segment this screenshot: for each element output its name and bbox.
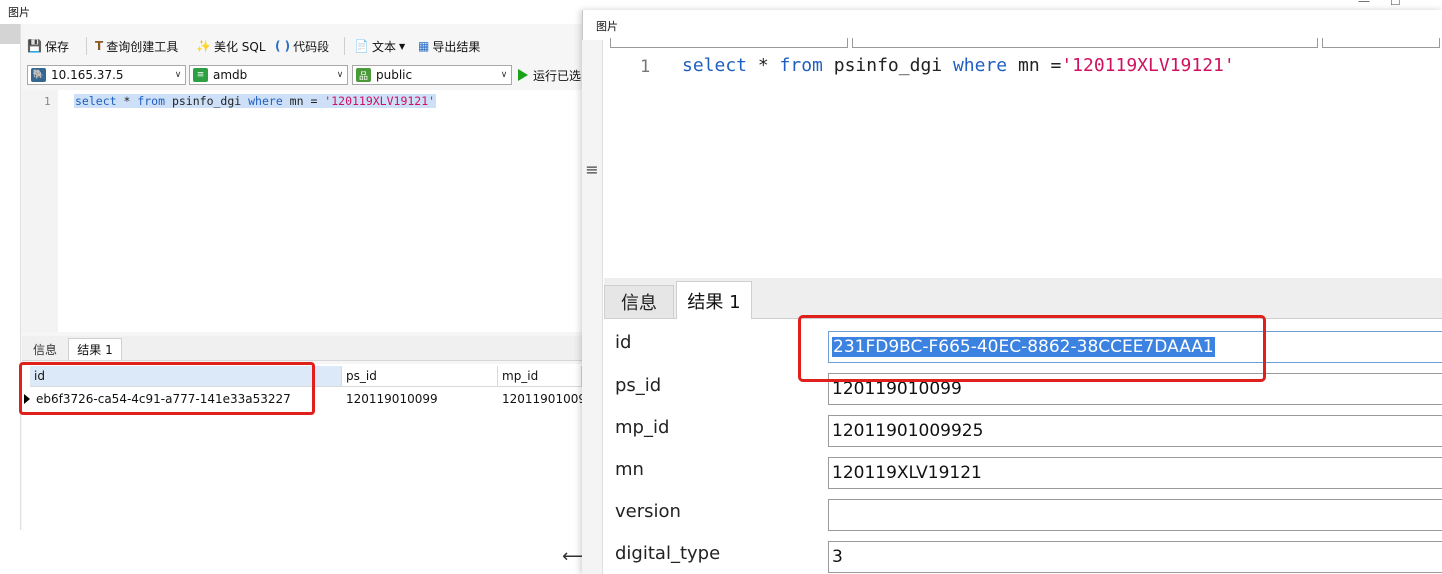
schema-select-fragment[interactable] bbox=[1322, 38, 1440, 48]
beautify-sql-button[interactable]: ✨ 美化 SQL bbox=[196, 36, 266, 56]
chevron-down-icon: ∨ bbox=[500, 70, 508, 80]
field-value-digital-type[interactable]: 3 bbox=[828, 541, 1442, 573]
schema-icon: 品 bbox=[356, 68, 371, 82]
export-result-label: 导出结果 bbox=[432, 39, 481, 54]
highlight-box-right bbox=[798, 315, 1266, 382]
field-label-mn: mn bbox=[615, 459, 644, 480]
parentheses-icon: ( ) bbox=[275, 39, 291, 53]
sql-query-text-left[interactable]: select * from psinfo_dgi where mn = '120… bbox=[74, 94, 437, 108]
database-select[interactable]: ≡ amdb ∨ bbox=[189, 65, 348, 85]
chevron-down-icon: ∨ bbox=[174, 70, 182, 80]
chevron-down-icon: ∨ bbox=[336, 70, 344, 80]
sql-query-text-right[interactable]: select * from psinfo_dgi where mn ='1201… bbox=[682, 55, 1235, 76]
field-label-ps-id: ps_id bbox=[615, 375, 662, 396]
left-window-titlebar: 图片 bbox=[0, 0, 600, 24]
tab-result-1[interactable]: 结果 1 bbox=[68, 338, 122, 360]
field-label-digital-type: digital_type bbox=[615, 543, 721, 564]
text-label: 文本 bbox=[371, 39, 396, 54]
right-window-title: 图片 bbox=[596, 20, 618, 33]
table-cell-mp-id[interactable]: 120119010099 bbox=[498, 388, 582, 410]
field-label-id: id bbox=[615, 332, 632, 353]
sql-keyword: from bbox=[779, 55, 823, 76]
database-value: amdb bbox=[213, 68, 248, 82]
schema-select[interactable]: 品 public ∨ bbox=[352, 65, 512, 85]
toolbar-separator bbox=[86, 37, 87, 55]
chevron-down-icon: ▼ bbox=[398, 41, 406, 51]
field-label-mp-id: mp_id bbox=[615, 417, 670, 438]
toolbar-separator bbox=[344, 37, 345, 55]
sql-text: mn = bbox=[282, 94, 325, 108]
sql-text: psinfo_dgi bbox=[822, 55, 953, 76]
database-icon: ≡ bbox=[193, 68, 208, 82]
sql-text: * bbox=[747, 55, 780, 76]
save-icon: 💾 bbox=[27, 39, 42, 53]
magic-wand-icon: ✨ bbox=[196, 39, 211, 53]
sql-text: * bbox=[116, 94, 138, 108]
schema-value: public bbox=[376, 68, 413, 82]
export-grid-icon: ▦ bbox=[418, 39, 430, 53]
field-value-version[interactable] bbox=[828, 499, 1442, 531]
query-builder-button[interactable]: T 查询创建工具 bbox=[95, 36, 178, 56]
field-value-mp-id[interactable]: 12011901009925 bbox=[828, 415, 1442, 447]
play-icon bbox=[518, 69, 528, 81]
beautify-sql-label: 美化 SQL bbox=[213, 39, 266, 54]
sql-editor-left[interactable] bbox=[22, 90, 582, 332]
connection-value: 10.165.37.5 bbox=[51, 68, 124, 82]
table-cell-ps-id[interactable]: 120119010099 bbox=[342, 388, 498, 410]
left-side-strip bbox=[0, 24, 20, 44]
sql-string: '120119XLV19121' bbox=[1061, 55, 1235, 76]
save-label: 保存 bbox=[44, 39, 69, 54]
query-builder-label: 查询创建工具 bbox=[106, 39, 179, 54]
sql-editor-right[interactable] bbox=[604, 50, 1442, 278]
run-selected-label: 运行已选 bbox=[533, 68, 582, 83]
field-value-mn[interactable]: 120119XLV19121 bbox=[828, 457, 1442, 489]
tab-result-1[interactable]: 结果 1 bbox=[676, 281, 752, 319]
sql-text: mn = bbox=[1007, 55, 1062, 76]
sql-keyword: where bbox=[952, 55, 1008, 76]
right-window-gutter bbox=[582, 40, 603, 574]
field-label-version: version bbox=[615, 501, 681, 522]
tab-info[interactable]: 信息 bbox=[24, 338, 66, 360]
hammer-icon: T bbox=[95, 39, 104, 53]
left-window-title: 图片 bbox=[8, 6, 30, 19]
column-header-ps-id[interactable]: ps_id bbox=[342, 366, 498, 387]
connection-select[interactable]: 🐘 10.165.37.5 ∨ bbox=[27, 65, 186, 85]
sql-text: psinfo_dgi bbox=[165, 94, 249, 108]
tab-info[interactable]: 信息 bbox=[604, 285, 674, 319]
code-snippet-button[interactable]: ( ) 代码段 bbox=[275, 36, 329, 56]
connection-select-fragment[interactable] bbox=[610, 38, 848, 48]
line-gutter-left bbox=[22, 90, 58, 332]
database-select-fragment[interactable] bbox=[852, 38, 1318, 48]
sql-keyword: where bbox=[248, 94, 283, 108]
line-number: 1 bbox=[640, 57, 651, 77]
text-dropdown-button[interactable]: 📄 文本 ▼ bbox=[354, 36, 405, 56]
splitter-handle-icon[interactable]: ≡ bbox=[582, 160, 602, 179]
document-icon: 📄 bbox=[354, 39, 369, 53]
highlight-box-left bbox=[19, 362, 315, 415]
export-result-button[interactable]: ▦ 导出结果 bbox=[418, 36, 480, 56]
sql-keyword: select bbox=[682, 55, 748, 76]
sql-string: '120119XLV19121' bbox=[324, 94, 436, 108]
column-header-mp-id[interactable]: mp_id bbox=[498, 366, 582, 387]
postgresql-icon: 🐘 bbox=[31, 68, 46, 82]
code-snippet-label: 代码段 bbox=[293, 39, 330, 54]
minimize-icon[interactable]: — bbox=[1358, 0, 1370, 8]
sql-keyword: from bbox=[137, 94, 166, 108]
save-button[interactable]: 💾 保存 bbox=[27, 36, 69, 56]
sql-keyword: select bbox=[75, 94, 117, 108]
maximize-icon[interactable]: ☐ bbox=[1390, 0, 1401, 8]
line-number: 1 bbox=[44, 95, 51, 108]
run-selected-button[interactable]: 运行已选 bbox=[518, 66, 581, 84]
